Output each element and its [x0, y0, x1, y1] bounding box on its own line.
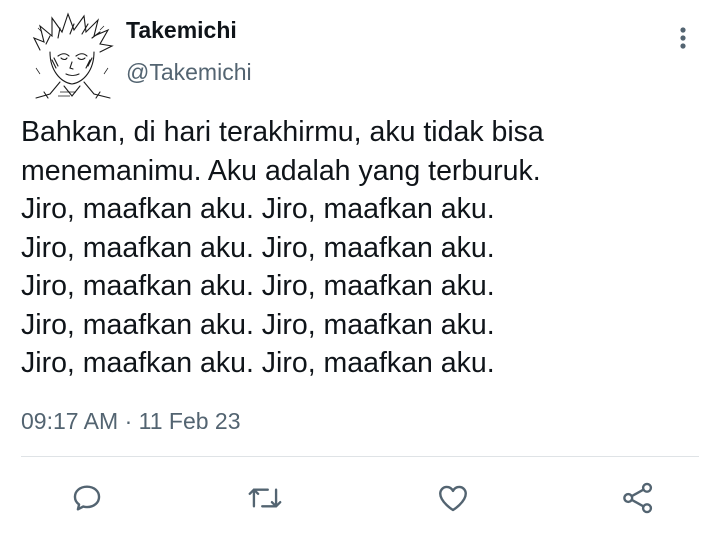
heart-icon: [439, 485, 467, 512]
avatar[interactable]: [30, 8, 116, 100]
tweet-date-link[interactable]: 11 Feb 23: [139, 408, 241, 434]
share-icon: [623, 482, 653, 514]
meta-separator: ·: [124, 408, 139, 434]
reply-button[interactable]: [67, 478, 107, 518]
avatar-sketch: [32, 12, 114, 99]
share-button[interactable]: [618, 478, 658, 518]
tweet-timestamp: 09:17 AM · 11 Feb 23: [21, 408, 241, 435]
tweet-line: menemanimu. Aku adalah yang terburuk.: [21, 154, 541, 187]
user-handle[interactable]: @Takemichi: [126, 59, 252, 86]
tweet-line: Jiro, maafkan aku. Jiro, maafkan aku.: [21, 270, 495, 302]
more-options-button[interactable]: [668, 22, 698, 54]
tweet-line: Jiro, maafkan aku. Jiro, maafkan aku.: [21, 347, 495, 379]
retweet-button[interactable]: [245, 478, 285, 518]
tweet-line: Jiro, maafkan aku. Jiro, maafkan aku.: [21, 193, 495, 225]
more-vertical-icon: [680, 27, 686, 49]
divider: [21, 456, 699, 457]
display-name[interactable]: Takemichi: [126, 17, 237, 44]
retweet-icon: [248, 488, 282, 508]
reply-icon: [73, 485, 101, 511]
tweet-line: Jiro, maafkan aku. Jiro, maafkan aku.: [21, 231, 495, 264]
tweet-line: Jiro, maafkan aku. Jiro, maafkan aku.: [21, 308, 495, 341]
tweet-time-link[interactable]: 09:17 AM: [21, 408, 118, 434]
tweet-line: Bahkan, di hari terakhirmu, aku tidak bi…: [21, 116, 544, 148]
like-button[interactable]: [433, 478, 473, 518]
tweet-text: Bahkan, di hari terakhirmu, aku tidak bi…: [21, 113, 701, 383]
